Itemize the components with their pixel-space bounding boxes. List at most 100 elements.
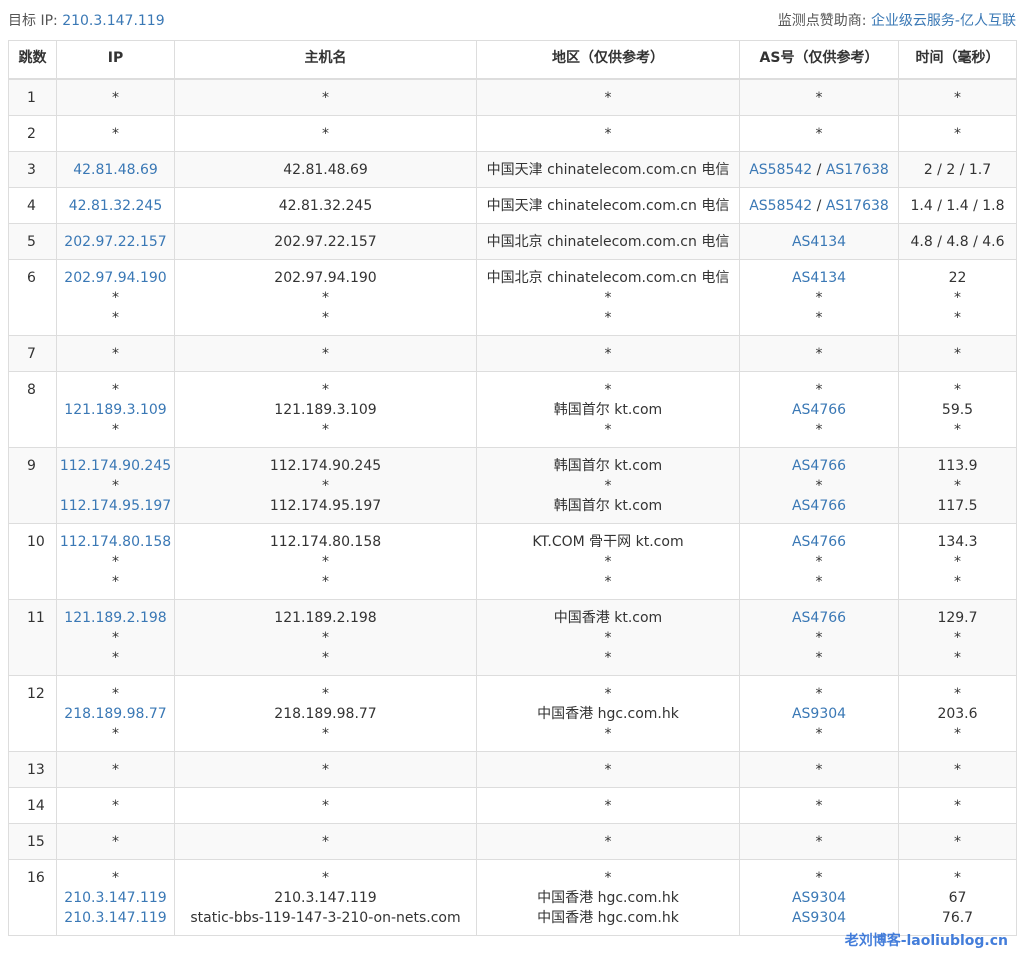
cell-ip: *	[56, 115, 175, 152]
as-link[interactable]: AS4766	[792, 498, 846, 514]
hop-number: 7	[8, 335, 57, 372]
region-line: *	[604, 574, 612, 590]
time-line: 59.5	[941, 402, 974, 418]
as-line: *	[742, 380, 896, 400]
region-line: 中国香港 hgc.com.hk	[537, 706, 679, 722]
cell-host: *	[174, 115, 477, 152]
as-separator: /	[812, 162, 826, 178]
host-line: 42.81.48.69	[283, 162, 368, 178]
cell-time: * 59.5 *	[898, 371, 1017, 448]
time-line: 203.6	[937, 706, 978, 722]
region-line: *	[604, 650, 612, 666]
cell-as: AS4766 * AS4766	[739, 447, 899, 524]
ip-link[interactable]: 121.189.2.198	[59, 608, 172, 628]
hop-number: 6	[8, 259, 57, 336]
as-link[interactable]: AS9304	[792, 890, 846, 906]
as-value: *	[815, 726, 823, 742]
time-line: 113.9	[937, 458, 978, 474]
cell-region: 中国天津 chinatelecom.com.cn 电信	[476, 151, 740, 188]
host-line: 202.97.94.190	[274, 270, 377, 286]
table-row: 6 202.97.94.190 * * 202.97.94.190 * * 中国北京 chin…	[8, 259, 1017, 336]
region-line: *	[604, 726, 612, 742]
hop-number: 2	[8, 115, 57, 152]
top-info-bar: 目标 IP: 210.3.147.119 监测点赞助商: 企业级云服务-亿人互联	[8, 8, 1016, 34]
as-link[interactable]: AS17638	[826, 162, 889, 178]
ip-link[interactable]: 112.174.95.197	[59, 496, 172, 516]
time-line: 134.3	[937, 534, 978, 550]
cell-as: *	[739, 115, 899, 152]
as-link[interactable]: AS58542	[749, 162, 812, 178]
as-link[interactable]: AS58542	[749, 198, 812, 214]
table-row: 8 * 121.189.3.109 * * 121.189.3.109 * * 韩国首尔 kt.…	[8, 371, 1017, 448]
region-line: 中国北京 chinatelecom.com.cn 电信	[486, 234, 730, 250]
cell-as: * AS4766 *	[739, 371, 899, 448]
table-row: 2 * * * * *	[8, 115, 1017, 152]
ip-link[interactable]: 42.81.32.245	[59, 196, 172, 216]
as-line: AS4766	[742, 496, 896, 516]
as-link[interactable]: AS4766	[792, 458, 846, 474]
as-line: AS4766	[742, 456, 896, 476]
cell-time: * 203.6 *	[898, 675, 1017, 752]
as-link[interactable]: AS4766	[792, 402, 846, 418]
ip-link[interactable]: 112.174.90.245	[59, 456, 172, 476]
as-value: *	[815, 310, 823, 326]
ip-link[interactable]: 42.81.48.69	[59, 160, 172, 180]
region-line: *	[604, 762, 612, 778]
target-ip-link[interactable]: 210.3.147.119	[62, 13, 164, 29]
ip-link[interactable]: 202.97.22.157	[59, 232, 172, 252]
as-link[interactable]: AS17638	[826, 198, 889, 214]
as-link[interactable]: AS4134	[792, 234, 846, 250]
as-link[interactable]: AS9304	[792, 910, 846, 926]
as-link[interactable]: AS4766	[792, 534, 846, 550]
ip-link[interactable]: 121.189.3.109	[59, 400, 172, 420]
time-line: 4.8 / 4.8 / 4.6	[910, 234, 1005, 250]
time-line: *	[954, 290, 961, 306]
cell-ip: * 218.189.98.77 *	[56, 675, 175, 752]
as-link[interactable]: AS4766	[792, 610, 846, 626]
ip-line: *	[112, 686, 119, 702]
ip-link[interactable]: 210.3.147.119	[59, 888, 172, 908]
table-row: 4 42.81.32.245 42.81.32.245 中国天津 chinatelec…	[8, 187, 1017, 224]
time-line: *	[954, 686, 961, 702]
region-line: *	[604, 90, 612, 106]
region-line: 中国香港 hgc.com.hk	[537, 910, 679, 926]
ip-line: *	[112, 290, 119, 306]
watermark-text: 老刘博客-laoliublog.cn	[844, 933, 1008, 949]
time-line: *	[954, 870, 961, 886]
table-header-row: 跳数 IP 主机名 地区（仅供参考） AS号（仅供参考） 时间（毫秒）	[8, 40, 1017, 80]
table-row: 11 121.189.2.198 * * 121.189.2.198 * * 中国香港 kt.…	[8, 599, 1017, 676]
ip-link[interactable]: 112.174.80.158	[59, 532, 172, 552]
host-line: *	[322, 290, 329, 306]
as-line: *	[742, 796, 896, 816]
ip-link[interactable]: 202.97.94.190	[59, 268, 172, 288]
host-line: *	[322, 382, 329, 398]
as-value: *	[815, 346, 823, 362]
region-line: 中国北京 chinatelecom.com.cn 电信	[486, 270, 730, 286]
target-info: 目标 IP: 210.3.147.119	[8, 8, 165, 34]
ip-link[interactable]: 210.3.147.119	[59, 908, 172, 928]
as-line: AS9304	[742, 704, 896, 724]
sponsor-link[interactable]: 企业级云服务-亿人互联	[871, 13, 1016, 29]
hop-number: 8	[8, 371, 57, 448]
host-line: *	[322, 762, 329, 778]
ip-line: *	[112, 346, 119, 362]
host-line: *	[322, 422, 329, 438]
cell-host: 112.174.80.158 * *	[174, 523, 477, 600]
time-line: *	[954, 310, 961, 326]
as-line: AS58542 / AS17638	[742, 196, 896, 216]
region-line: *	[604, 382, 612, 398]
as-value: *	[815, 686, 823, 702]
as-value: *	[815, 650, 823, 666]
as-line: AS9304	[742, 888, 896, 908]
as-link[interactable]: AS9304	[792, 706, 846, 722]
host-line: *	[322, 310, 329, 326]
cell-time: *	[898, 787, 1017, 824]
as-value: *	[815, 870, 823, 886]
host-line: 42.81.32.245	[278, 198, 373, 214]
as-link[interactable]: AS4134	[792, 270, 846, 286]
ip-link[interactable]: 218.189.98.77	[59, 704, 172, 724]
ip-line: *	[112, 650, 119, 666]
cell-time: 129.7 * *	[898, 599, 1017, 676]
time-line: 129.7	[937, 610, 978, 626]
cell-as: AS4766 * *	[739, 599, 899, 676]
